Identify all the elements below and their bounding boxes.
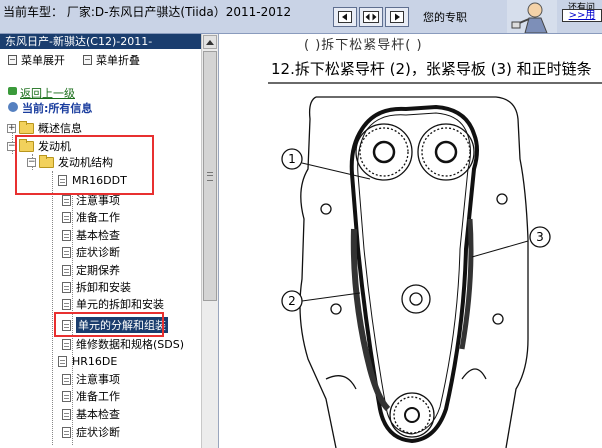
tree-item-unit-disassembly-assembly[interactable]: 单元的分解和组装 (62, 317, 168, 333)
document-icon (62, 373, 71, 385)
tree-item-label: 单元的拆卸和安装 (76, 298, 164, 311)
tree-guide (52, 171, 53, 445)
tree-item-label: 基本检查 (76, 229, 120, 242)
nav-center-icon (363, 11, 379, 23)
tree-item-symptom-diagnosis[interactable]: 症状诊断 (62, 244, 120, 260)
document-icon (62, 229, 71, 241)
collapse-all-label: 菜单折叠 (96, 54, 140, 67)
document-icon (62, 194, 71, 206)
collapse-icon (83, 55, 92, 65)
help-link[interactable]: >>用 (562, 9, 602, 22)
mascot-icon (507, 0, 557, 33)
scroll-up-button[interactable] (203, 35, 217, 49)
tree-item-label: 概述信息 (38, 122, 82, 135)
nav-button-group (333, 7, 409, 27)
tree-item-label: 注意事项 (76, 373, 120, 386)
tree-item-basic-inspection[interactable]: 基本检查 (62, 227, 120, 243)
expand-icon (8, 55, 17, 65)
document-icon (62, 211, 71, 223)
tree-item-label: 准备工作 (76, 211, 120, 224)
document-icon (62, 338, 71, 350)
timing-chain-diagram: 1 2 3 (268, 82, 602, 448)
panel-title: 东风日产-新骐达(C12)-2011- (0, 34, 201, 49)
prev-button[interactable] (333, 7, 357, 27)
callout-1-label: 1 (288, 152, 296, 166)
tree-item-label: 发动机 (38, 140, 71, 153)
document-icon (58, 174, 67, 186)
help-area: 还有问 >>用 (560, 0, 602, 33)
arrow-up-icon (206, 39, 214, 45)
center-button[interactable] (359, 7, 383, 27)
tree-item-label: 症状诊断 (76, 246, 120, 259)
callout-2-label: 2 (288, 294, 296, 308)
tree-item-label: 发动机结构 (58, 156, 113, 169)
next-icon (390, 11, 404, 23)
tree-item-precautions-2[interactable]: 注意事项 (62, 371, 120, 387)
tree-item-label: 拆卸和安装 (76, 281, 131, 294)
folder-icon (19, 120, 34, 134)
tree-item-preparation-2[interactable]: 准备工作 (62, 388, 120, 404)
content-pane: ( )拆下松紧导杆( ) 12.拆下松紧导杆 (2)，张紧导板 (3) 和正时链… (219, 34, 602, 448)
document-icon (62, 298, 71, 310)
document-icon (58, 355, 67, 367)
document-icon (62, 390, 71, 402)
expert-label: 您的专职 (423, 11, 467, 24)
tree-item-label-selected: 单元的分解和组装 (76, 317, 168, 333)
top-header: 当前车型： 厂家:D-东风日产骐达(Tiida）2011-2012 您的专职 还… (0, 0, 602, 34)
tree-item-engine-structure[interactable]: − 发动机结构 (27, 154, 113, 170)
tree-item-label: 定期保养 (76, 264, 120, 277)
tree-item-symptom-diagnosis-2[interactable]: 症状诊断 (62, 424, 120, 440)
prev-icon (338, 11, 352, 23)
tree-item-label: 症状诊断 (76, 426, 120, 439)
scroll-thumb[interactable] (203, 51, 217, 301)
tree-item-engine[interactable]: − 发动机 (7, 138, 71, 154)
tree-scrollbar[interactable] (201, 34, 218, 448)
document-icon (62, 319, 71, 331)
tree-panel: 东风日产-新骐达(C12)-2011- 菜单展开 菜单折叠 返回上一级 当前:所… (0, 34, 219, 448)
tree-item-basic-inspection-2[interactable]: 基本检查 (62, 406, 120, 422)
collapse-all-button[interactable]: 菜单折叠 (83, 52, 140, 68)
folder-open-icon (39, 154, 54, 168)
tree-item-removal-installation[interactable]: 拆卸和安装 (62, 279, 131, 295)
expand-all-label: 菜单展开 (21, 54, 65, 67)
tree-item-hr16de[interactable]: HR16DE (58, 353, 117, 369)
tree-item-preparation[interactable]: 准备工作 (62, 209, 120, 225)
expand-all-button[interactable]: 菜单展开 (8, 52, 65, 68)
callout-3-label: 3 (536, 230, 544, 244)
document-icon (62, 264, 71, 276)
collapse-toggle[interactable]: − (27, 157, 36, 167)
document-icon (62, 246, 71, 258)
tree-item-label: 注意事项 (76, 194, 120, 207)
expand-toggle[interactable]: + (7, 123, 16, 133)
tree-item-overview[interactable]: + 概述信息 (7, 120, 82, 136)
tree-item-label: MR16DDT (72, 173, 127, 187)
grip-icon (207, 171, 213, 181)
back-arrow-icon (8, 87, 17, 95)
tree-item-periodic-maintenance[interactable]: 定期保养 (62, 262, 120, 278)
tree-item-sds[interactable]: 维修数据和规格(SDS) (62, 336, 184, 352)
tree-item-label: 基本检查 (76, 408, 120, 421)
tree-item-label: HR16DE (72, 354, 118, 368)
back-link[interactable]: 返回上一级 (20, 85, 75, 101)
previous-step-fragment: ( )拆下松紧导杆( ) (304, 38, 423, 53)
vehicle-label: 当前车型： 厂家:D-东风日产骐达(Tiida）2011-2012 (3, 5, 292, 19)
tree-item-precautions[interactable]: 注意事项 (62, 192, 120, 208)
current-node-icon (8, 102, 18, 112)
tree-item-unit-removal-installation[interactable]: 单元的拆卸和安装 (62, 296, 164, 312)
current-label: 当前:所有信息 (22, 102, 93, 115)
folder-open-icon (19, 138, 34, 152)
tree-item-label: 准备工作 (76, 390, 120, 403)
step-instruction: 12.拆下松紧导杆 (2)，张紧导板 (3) 和正时链条 (271, 60, 592, 78)
document-icon (62, 426, 71, 438)
tree-item-label: 维修数据和规格(SDS) (76, 338, 185, 351)
next-button[interactable] (385, 7, 409, 27)
document-icon (62, 281, 71, 293)
collapse-toggle[interactable]: − (7, 141, 16, 151)
document-icon (62, 408, 71, 420)
tree-item-mr16ddt[interactable]: MR16DDT (58, 172, 127, 188)
